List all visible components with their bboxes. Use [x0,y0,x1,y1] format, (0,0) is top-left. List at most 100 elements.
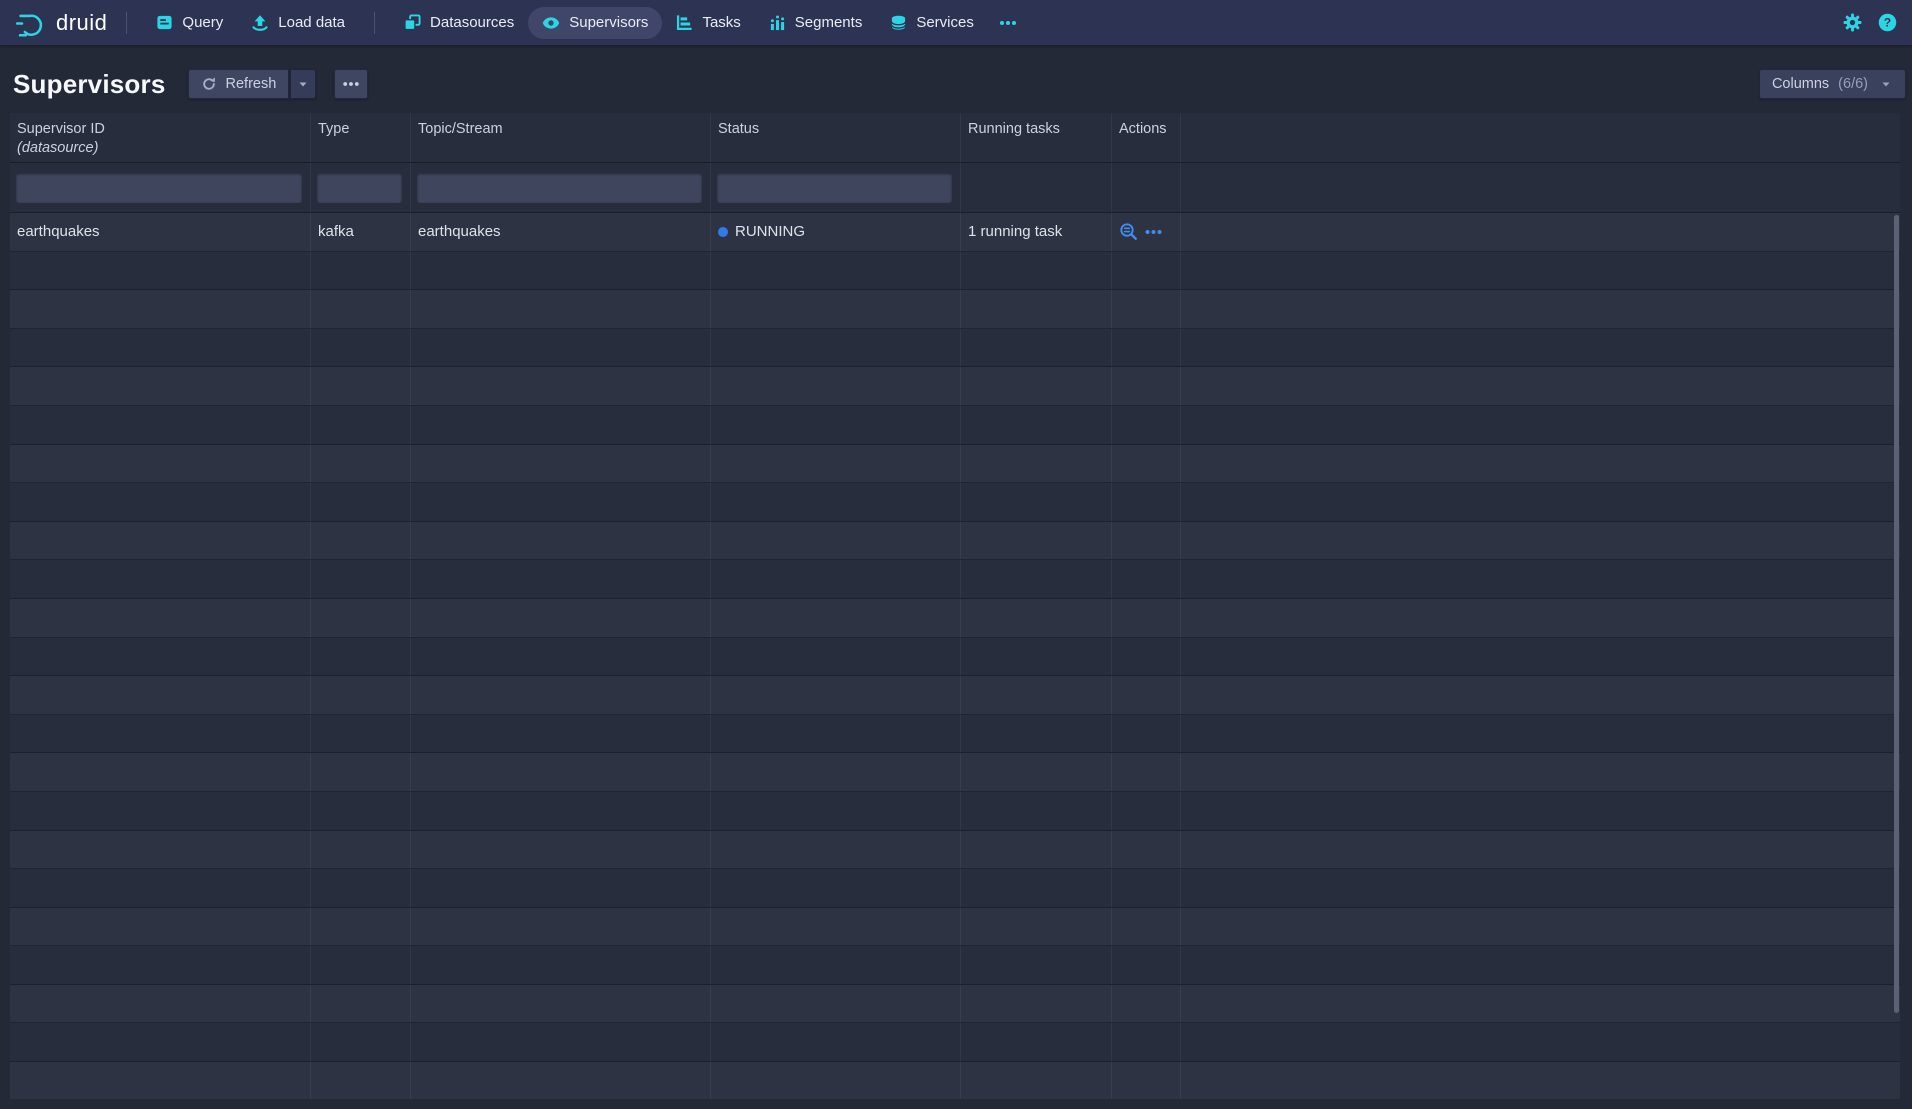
cell-supervisor-id [10,483,311,521]
nav-item-label: Services [916,14,974,31]
nav-item-label: Datasources [430,14,514,31]
column-header-topic-stream[interactable]: Topic/Stream [411,113,711,162]
cell-topic-stream [411,715,711,753]
running-tasks-value: 1 running task [968,223,1062,240]
empty-table-row [10,483,1900,522]
cell-supervisor-id [10,908,311,946]
cell-status [711,753,961,791]
cell-status [711,638,961,676]
cell-topic-stream [411,560,711,598]
cell-topic-stream [411,638,711,676]
refresh-button[interactable]: Refresh [188,69,290,99]
top-navbar: druid Query Load data Da [0,0,1912,45]
cell-type [311,367,411,405]
column-header-running-tasks[interactable]: Running tasks [961,113,1112,162]
cell-type [311,406,411,444]
supervisor-id-value: earthquakes [17,223,100,240]
cell-supervisor-id [10,715,311,753]
cell-supervisor-id [10,638,311,676]
cell-filler [1181,792,1900,830]
inspect-magnifier-icon[interactable] [1119,222,1138,241]
cell-actions [1112,406,1181,444]
cell-actions [1112,753,1181,791]
cell-actions [1112,367,1181,405]
nav-item-load-data[interactable]: Load data [237,7,359,39]
filter-input-topic-stream[interactable] [417,173,702,203]
vertical-scrollbar-thumb[interactable] [1894,215,1899,1013]
nav-item-label: Tasks [702,14,740,31]
empty-table-row [10,638,1900,677]
cell-actions [1112,1062,1181,1099]
cell-status [711,792,961,830]
help-icon[interactable]: ? [1878,13,1897,32]
cell-topic-stream [411,290,711,328]
cell-filler [1181,367,1900,405]
row-more-actions-icon[interactable] [1145,228,1162,236]
nav-item-label: Query [182,14,223,31]
cell-filler [1181,599,1900,637]
cell-filler [1181,522,1900,560]
cell-actions [1112,638,1181,676]
cell-type [311,831,411,869]
refresh-dropdown-button[interactable] [290,69,316,99]
cell-supervisor-id [10,522,311,560]
cell-supervisor-id [10,367,311,405]
cell-running-tasks: 1 running task [961,213,1112,251]
empty-table-row [10,908,1900,947]
empty-table-row [10,831,1900,870]
nav-item-query[interactable]: Query [142,7,237,38]
cell-running-tasks [961,445,1112,483]
table-header-row: Supervisor ID (datasource) Type Topic/St… [10,113,1900,163]
filter-cell [311,163,411,212]
filter-input-supervisor-id[interactable] [16,173,302,203]
cell-supervisor-id [10,946,311,984]
nav-item-supervisors[interactable]: Supervisors [528,7,662,39]
columns-count: (6/6) [1838,76,1868,92]
empty-table-row [10,676,1900,715]
cell-running-tasks [961,946,1112,984]
column-header-label: Topic/Stream [418,121,503,137]
empty-table-row [10,560,1900,599]
column-header-type[interactable]: Type [311,113,411,162]
cell-filler [1181,290,1900,328]
druid-logo[interactable]: druid [13,6,107,40]
cell-supervisor-id [10,792,311,830]
nav-item-datasources[interactable]: Datasources [390,7,528,38]
cell-running-tasks [961,329,1112,367]
cell-actions [1112,676,1181,714]
column-header-sublabel: (datasource) [17,139,303,158]
cell-status [711,1023,961,1061]
cell-running-tasks [961,560,1112,598]
cell-running-tasks [961,676,1112,714]
cell-status [711,831,961,869]
cell-topic-stream: earthquakes [411,213,711,251]
nav-more-button[interactable] [988,7,1028,39]
nav-item-segments[interactable]: Segments [755,7,877,38]
topic-stream-value: earthquakes [418,223,501,240]
cell-actions [1112,792,1181,830]
cell-actions [1112,445,1181,483]
nav-item-tasks[interactable]: Tasks [662,7,754,38]
cell-supervisor-id [10,406,311,444]
cell-running-tasks [961,715,1112,753]
console-icon [156,14,173,31]
columns-picker-button[interactable]: Columns (6/6) [1759,69,1906,99]
column-header-actions[interactable]: Actions [1112,113,1181,162]
column-header-supervisor-id[interactable]: Supervisor ID (datasource) [10,113,311,162]
nav-item-services[interactable]: Services [876,7,988,38]
header-more-button[interactable] [334,69,368,99]
empty-table-row [10,406,1900,445]
column-header-status[interactable]: Status [711,113,961,162]
cell-supervisor-id [10,445,311,483]
cell-supervisor-id [10,676,311,714]
nav-item-label: Segments [795,14,863,31]
druid-logo-text: druid [56,10,107,36]
table-filter-row [10,163,1900,213]
cell-type [311,985,411,1023]
filter-input-status[interactable] [717,173,952,203]
cell-status [711,676,961,714]
settings-gear-icon[interactable] [1843,13,1862,32]
filter-input-type[interactable] [317,173,402,203]
status-running-dot [718,227,728,237]
cell-type [311,946,411,984]
